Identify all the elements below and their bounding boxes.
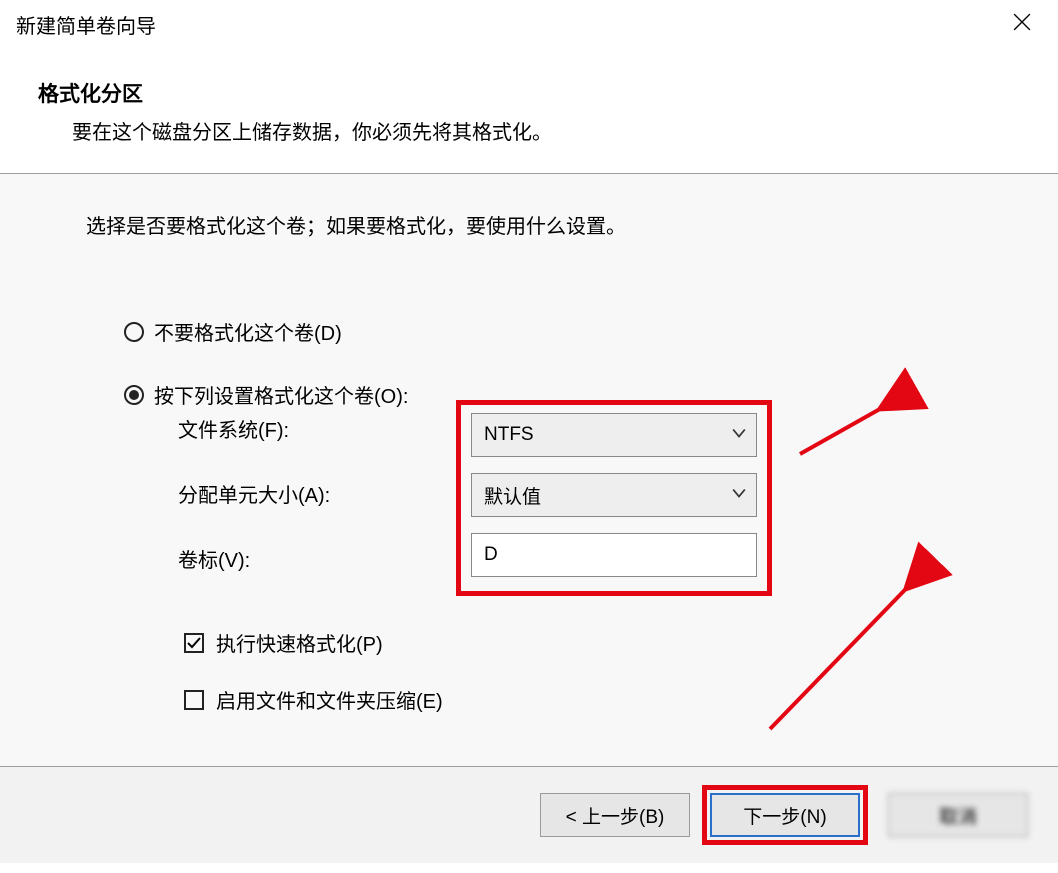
button-label: 下一步(N) [743,802,826,829]
checkbox-label: 启用文件和文件夹压缩(E) [216,685,443,714]
checkbox-icon [184,690,204,710]
volume-label-value: D [484,544,498,566]
filesystem-value: NTFS [484,424,534,446]
volume-label-input[interactable]: D [471,533,757,577]
page-title: 格式化分区 [38,78,1058,108]
cancel-button[interactable]: 取消 [888,793,1028,837]
checkbox-icon [184,633,204,653]
fields-highlight-box: NTFS 默认值 D [456,400,772,596]
radio-icon [124,385,144,405]
checkbox-label: 执行快速格式化(P) [216,628,383,657]
radio-label: 按下列设置格式化这个卷(O): [154,380,408,409]
alloc-value: 默认值 [484,482,541,509]
quick-format-checkbox[interactable]: 执行快速格式化(P) [184,628,443,657]
next-highlight-box: 下一步(N) [702,785,868,845]
volume-label-label: 卷标(V): [178,544,330,573]
compression-checkbox[interactable]: 启用文件和文件夹压缩(E) [184,685,443,714]
button-label: < 上一步(B) [566,802,665,829]
content-area: 选择是否要格式化这个卷；如果要格式化，要使用什么设置。 不要格式化这个卷(D) … [0,174,1058,766]
radio-icon [124,322,144,342]
radio-label: 不要格式化这个卷(D) [154,317,342,346]
radio-no-format[interactable]: 不要格式化这个卷(D) [124,317,1058,346]
page-subtitle: 要在这个磁盘分区上储存数据，你必须先将其格式化。 [38,116,1058,145]
checkbox-group: 执行快速格式化(P) 启用文件和文件夹压缩(E) [184,628,443,742]
format-radio-group: 不要格式化这个卷(D) 按下列设置格式化这个卷(O): [124,317,1058,409]
window-title: 新建简单卷向导 [16,10,156,39]
wizard-header: 格式化分区 要在这个磁盘分区上储存数据，你必须先将其格式化。 [0,48,1058,173]
close-icon [1013,13,1031,36]
next-button[interactable]: 下一步(N) [710,793,860,837]
chevron-down-icon [732,484,746,506]
field-labels: 文件系统(F): 分配单元大小(A): 卷标(V): [178,414,330,573]
wizard-window: 新建简单卷向导 格式化分区 要在这个磁盘分区上储存数据，你必须先将其格式化。 选… [0,0,1058,873]
filesystem-label: 文件系统(F): [178,414,330,443]
alloc-label: 分配单元大小(A): [178,479,330,508]
alloc-combo[interactable]: 默认值 [471,473,757,517]
wizard-footer: < 上一步(B) 下一步(N) 取消 [0,766,1058,863]
button-label: 取消 [939,802,977,829]
filesystem-combo[interactable]: NTFS [471,413,757,457]
titlebar: 新建简单卷向导 [0,0,1058,48]
chevron-down-icon [732,424,746,446]
back-button[interactable]: < 上一步(B) [540,793,690,837]
instruction-text: 选择是否要格式化这个卷；如果要格式化，要使用什么设置。 [86,210,1058,239]
close-button[interactable] [1002,4,1042,44]
